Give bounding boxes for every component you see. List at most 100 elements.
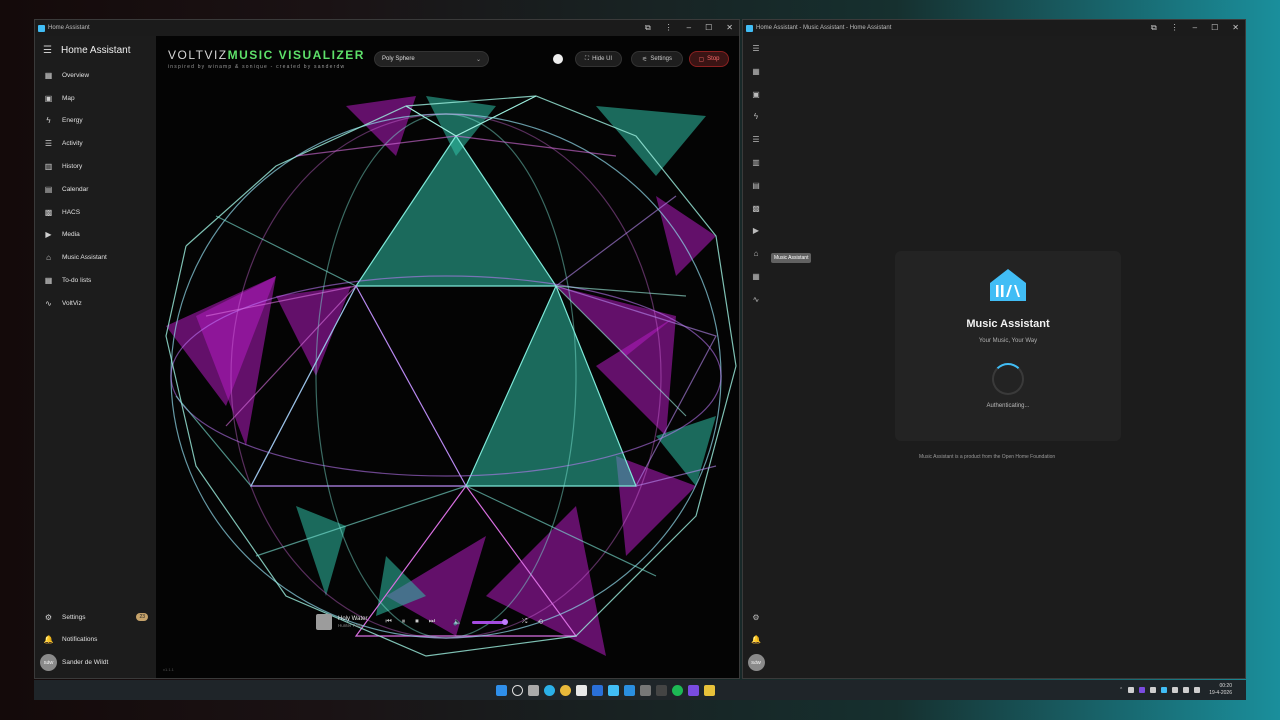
settings-button[interactable]: ⚟ Settings [631, 51, 683, 67]
app-icon[interactable] [688, 684, 699, 696]
preset-select[interactable]: Poly Sphere ⌄ [374, 51, 489, 67]
music-assistant-icon[interactable]: ⌂ [743, 242, 769, 265]
sidebar-item-settings[interactable]: ⚙ Settings 23 [35, 606, 156, 629]
window-maximize-icon[interactable]: ☐ [705, 23, 712, 33]
sidebar-item-map[interactable]: ▣ Map [35, 87, 156, 110]
sidebar-item-energy[interactable]: ϟ Energy [35, 110, 156, 133]
sidebar-item-label: VoltViz [62, 299, 82, 307]
track-title: Holy Water [338, 616, 368, 622]
logo-tagline: inspired by winamp & sonique - created b… [168, 64, 346, 70]
previous-icon[interactable]: ⏮ [385, 618, 391, 626]
start-icon[interactable] [496, 684, 507, 696]
tray-app-icon[interactable] [1150, 687, 1157, 693]
photos-icon[interactable] [640, 684, 651, 696]
hide-ui-button[interactable]: ⛶ Hide UI [575, 51, 622, 67]
github-icon[interactable] [553, 54, 563, 64]
window-maximize-icon[interactable]: ☐ [1211, 23, 1218, 33]
sidebar-item-user[interactable]: SdW Sander de Wildt [35, 651, 156, 674]
chevron-up-icon[interactable]: ⌃ [1119, 687, 1123, 693]
media-icon[interactable]: ▶ [743, 220, 769, 243]
chart-icon[interactable]: ▥ [743, 151, 769, 174]
time: 00:20 [1219, 683, 1232, 689]
tray-app-icon[interactable] [1128, 687, 1135, 693]
window-restore-icon[interactable]: ⧉ [1151, 23, 1157, 33]
chrome-icon[interactable] [560, 684, 571, 696]
waveform-icon[interactable]: ∿ [743, 288, 769, 311]
sidebar-item-hacs[interactable]: ▩ HACS [35, 201, 156, 224]
file-explorer-icon[interactable] [704, 684, 715, 696]
cloud-icon[interactable] [1194, 687, 1201, 693]
clock[interactable]: 00:20 19-4-2026 [1209, 683, 1232, 697]
logo-prefix: VOLTVIZ [168, 48, 228, 62]
list-icon: ☰ [44, 139, 53, 149]
sidebar-item-to-do-lists[interactable]: ▦ To-do lists [35, 269, 156, 292]
window-restore-icon[interactable]: ⧉ [645, 23, 651, 33]
sidebar-item-activity[interactable]: ☰ Activity [35, 132, 156, 155]
hacs-icon[interactable]: ▩ [743, 197, 769, 220]
visualizer-logo: VOLTVIZMUSIC VISUALIZER inspired by wina… [168, 48, 365, 70]
window-minimize-icon[interactable]: – [1193, 23, 1197, 33]
window-more-icon[interactable]: ⋮ [665, 23, 673, 33]
window-more-icon[interactable]: ⋮ [1171, 23, 1179, 33]
fullscreen-icon: ⛶ [584, 55, 590, 62]
bell-icon[interactable]: 🔔 [743, 628, 769, 651]
sidebar-item-music-assistant[interactable]: ⌂ Music Assistant [35, 246, 156, 269]
home-assistant-taskbar-icon[interactable] [608, 684, 619, 696]
tray-app-icon[interactable] [1139, 687, 1146, 693]
sidebar-item-calendar[interactable]: ▤ Calendar [35, 178, 156, 201]
stop-playback-icon[interactable]: ⏹ [415, 618, 419, 626]
hacs-icon: ▩ [44, 207, 53, 217]
stop-button[interactable]: ▢ Stop [689, 51, 729, 67]
dashboard-icon: ▦ [44, 70, 53, 80]
stop-label: Stop [707, 56, 720, 62]
store-icon[interactable] [576, 684, 587, 696]
window-titlebar: Home Assistant - Music Assistant - Home … [743, 20, 1245, 36]
vscode-icon[interactable] [624, 684, 635, 696]
search-icon[interactable] [512, 684, 523, 696]
window-title: Home Assistant [48, 25, 90, 31]
sidebar-item-label: Music Assistant [62, 254, 107, 262]
login-card: Music Assistant Your Music, Your Way Aut… [895, 251, 1121, 441]
todo-icon[interactable]: ▦ [743, 265, 769, 288]
volume-icon: 🔈 [453, 619, 462, 626]
date: 19-4-2026 [1209, 690, 1232, 696]
sidebar-item-history[interactable]: ▥ History [35, 155, 156, 178]
calendar-icon[interactable]: ▤ [743, 174, 769, 197]
speaker-icon[interactable] [1183, 687, 1190, 693]
sidebar-item-media[interactable]: ▶ Media [35, 224, 156, 247]
sidebar-item-overview[interactable]: ▦ Overview [35, 64, 156, 87]
window-minimize-icon[interactable]: – [687, 23, 691, 33]
avatar[interactable]: SdW [747, 654, 765, 672]
task-view-icon[interactable] [528, 684, 539, 696]
lightning-icon: ϟ [46, 116, 51, 126]
menu-icon[interactable]: ☰ [43, 45, 52, 56]
spotify-icon[interactable] [672, 684, 683, 696]
tray-app-icon[interactable] [1161, 687, 1168, 693]
gear-icon[interactable]: ⚙ [743, 606, 769, 629]
window-close-icon[interactable]: ✕ [1232, 23, 1239, 33]
sidebar-item-notifications[interactable]: 🔔 Notifications [35, 628, 156, 651]
next-icon[interactable]: ⏭ [429, 618, 435, 626]
repeat-icon[interactable]: ⟲ [537, 618, 543, 626]
taskbar: ⌃ 00:20 19-4-2026 [34, 680, 1246, 700]
window-close-icon[interactable]: ✕ [726, 23, 733, 33]
dashboard-icon[interactable]: ▦ [743, 60, 769, 83]
collapsed-sidebar: ☰ ▦ ▣ ϟ ☰ ▥ ▤ ▩ ▶ ⌂ ▦ ∿ ⚙ 🔔 SdW [743, 36, 769, 678]
pause-icon[interactable]: ⏸ [402, 618, 406, 626]
sliders-icon: ⚟ [641, 56, 648, 63]
volume-slider[interactable] [471, 618, 508, 625]
edge-icon[interactable] [544, 684, 555, 696]
sidebar-item-voltviz[interactable]: ∿ VoltViz [35, 292, 156, 315]
list-icon[interactable]: ☰ [743, 128, 769, 151]
wifi-icon[interactable] [1172, 687, 1179, 693]
lightning-icon[interactable]: ϟ [743, 106, 769, 129]
bitwarden-icon[interactable] [592, 684, 603, 696]
sidebar-item-label: Settings [62, 613, 86, 621]
bell-icon: 🔔 [43, 635, 54, 645]
music-assistant-icon: ⌂ [46, 253, 51, 263]
shuffle-icon[interactable]: ⤮ [522, 618, 528, 626]
menu-icon[interactable]: ☰ [743, 36, 769, 60]
terminal-icon[interactable] [656, 684, 667, 696]
todo-icon: ▦ [44, 276, 53, 286]
map-icon[interactable]: ▣ [743, 83, 769, 106]
